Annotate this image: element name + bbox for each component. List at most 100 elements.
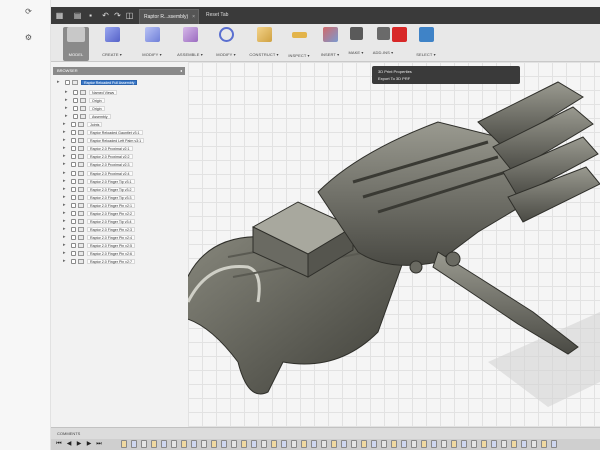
timeline-feature-icon[interactable] <box>411 440 417 448</box>
expand-arrow-icon[interactable]: ▸ <box>63 226 69 233</box>
timeline-feature-icon[interactable] <box>501 440 507 448</box>
timeline-feature-icon[interactable] <box>201 440 207 448</box>
expand-arrow-icon[interactable]: ▸ <box>63 121 69 128</box>
timeline-feature-icon[interactable] <box>471 440 477 448</box>
expand-arrow-icon[interactable]: ▸ <box>63 137 69 144</box>
timeline-feature-icon[interactable] <box>221 440 227 448</box>
timeline-feature-icon[interactable] <box>271 440 277 448</box>
visibility-toggle-icon[interactable] <box>71 179 76 184</box>
expand-arrow-icon[interactable]: ▸ <box>63 234 69 241</box>
browser-header[interactable]: BROWSER ◂ <box>53 67 185 75</box>
timeline-feature-icon[interactable] <box>331 440 337 448</box>
browser-tree-item[interactable]: ▸ Raptor 2.0 Proximal v2:1 <box>63 145 185 152</box>
timeline-feature-icon[interactable] <box>191 440 197 448</box>
close-tab-icon[interactable]: × <box>192 10 195 24</box>
expand-arrow-icon[interactable]: ▸ <box>63 250 69 257</box>
timeline-feature-icon[interactable] <box>171 440 177 448</box>
browser-root-component[interactable]: ▸ Raptor Reloaded Full Assembly <box>57 79 185 86</box>
timeline-feature-icon[interactable] <box>321 440 327 448</box>
expand-arrow-icon[interactable]: ▸ <box>65 97 71 104</box>
save-icon[interactable]: ▪ <box>86 11 95 20</box>
expand-arrow-icon[interactable]: ▸ <box>63 202 69 209</box>
visibility-toggle-icon[interactable] <box>73 98 78 103</box>
timeline-feature-icon[interactable] <box>231 440 237 448</box>
timeline-feature-icon[interactable] <box>361 440 367 448</box>
expand-arrow-icon[interactable]: ▸ <box>57 79 63 86</box>
timeline-feature-icon[interactable] <box>311 440 317 448</box>
popup-item-3d-print-properties[interactable]: 3D Print Properties <box>378 69 412 74</box>
tool-construct[interactable]: CONSTRUCT ▾ <box>246 27 282 61</box>
collapse-panel-icon[interactable]: ◂ <box>180 67 182 75</box>
timeline-feature-icon[interactable] <box>521 440 527 448</box>
tool-insert[interactable]: INSERT ▾ <box>317 27 343 61</box>
timeline-feature-icon[interactable] <box>551 440 557 448</box>
timeline-feature-icon[interactable] <box>341 440 347 448</box>
browser-tree-item[interactable]: ▸ Raptor 2.0 Finger Pin v2:5 <box>63 242 185 249</box>
expand-arrow-icon[interactable]: ▸ <box>63 186 69 193</box>
visibility-toggle-icon[interactable] <box>71 146 76 151</box>
file-icon[interactable]: ▤ <box>73 11 82 20</box>
expand-arrow-icon[interactable]: ▸ <box>63 129 69 136</box>
timeline-feature-icon[interactable] <box>451 440 457 448</box>
tool-modify-move[interactable]: MODIFY ▾ <box>211 27 241 61</box>
timeline-feature-icon[interactable] <box>371 440 377 448</box>
browser-tree-item[interactable]: ▸ Origin <box>65 97 185 104</box>
document-tab[interactable]: Raptor R...ssembly) × <box>139 9 199 24</box>
expand-arrow-icon[interactable]: ▸ <box>63 145 69 152</box>
tool-3d-print[interactable] <box>390 27 408 61</box>
visibility-toggle-icon[interactable] <box>71 130 76 135</box>
browser-tree-item[interactable]: ▸ Raptor 2.0 Finger Pin v2:6 <box>63 250 185 257</box>
visibility-toggle-icon[interactable] <box>71 259 76 264</box>
grid-apps-icon[interactable]: ▦ <box>55 11 64 20</box>
timeline-feature-icon[interactable] <box>161 440 167 448</box>
timeline-feature-icon[interactable] <box>291 440 297 448</box>
expand-arrow-icon[interactable]: ▸ <box>63 210 69 217</box>
browser-tree-item[interactable]: ▸ Named Views <box>65 89 185 96</box>
play-icon[interactable]: ▶ <box>75 440 83 448</box>
tool-assemble[interactable]: ASSEMBLE ▾ <box>174 27 206 61</box>
timeline-feature-icon[interactable] <box>421 440 427 448</box>
timeline-feature-icon[interactable] <box>261 440 267 448</box>
visibility-toggle-icon[interactable] <box>71 138 76 143</box>
browser-tree-item[interactable]: ▸ Raptor 2.0 Finger Pin v2:2 <box>63 210 185 217</box>
expand-arrow-icon[interactable]: ▸ <box>63 161 69 168</box>
visibility-toggle-icon[interactable] <box>71 187 76 192</box>
expand-arrow-icon[interactable]: ▸ <box>65 89 71 96</box>
timeline-feature-icon[interactable] <box>381 440 387 448</box>
visibility-toggle-icon[interactable] <box>71 227 76 232</box>
timeline-feature-icon[interactable] <box>391 440 397 448</box>
visibility-toggle-icon[interactable] <box>71 162 76 167</box>
popup-item-export-3d-prf[interactable]: Export To 3D PRF <box>378 76 410 81</box>
visibility-toggle-icon[interactable] <box>73 114 78 119</box>
timeline-feature-icon[interactable] <box>511 440 517 448</box>
browser-tree-item[interactable]: ▸ Raptor 2.0 Finger Pin v2:7 <box>63 258 185 265</box>
visibility-toggle-icon[interactable] <box>71 122 76 127</box>
timeline-feature-icon[interactable] <box>441 440 447 448</box>
expand-arrow-icon[interactable]: ▸ <box>65 105 71 112</box>
last-step-icon[interactable]: ⏭ <box>95 440 103 448</box>
timeline-feature-icon[interactable] <box>151 440 157 448</box>
browser-tree-item[interactable]: ▸ Raptor 2.0 Finger Pin v2:1 <box>63 202 185 209</box>
browser-tree-item[interactable]: ▸ Raptor 2.0 Finger Tip v3:1 <box>63 178 185 185</box>
timeline-feature-icon[interactable] <box>251 440 257 448</box>
visibility-toggle-icon[interactable] <box>73 106 78 111</box>
timeline-feature-icon[interactable] <box>491 440 497 448</box>
browser-tree-item[interactable]: ▸ Raptor 2.0 Proximal v2:2 <box>63 153 185 160</box>
timeline-feature-icon[interactable] <box>181 440 187 448</box>
visibility-toggle-icon[interactable] <box>71 243 76 248</box>
history-clock-icon[interactable]: ⟳ <box>24 7 33 16</box>
previous-step-icon[interactable]: ◀ <box>65 440 73 448</box>
visibility-toggle-icon[interactable] <box>71 219 76 224</box>
timeline-feature-icon[interactable] <box>131 440 137 448</box>
timeline-feature-icon[interactable] <box>531 440 537 448</box>
visibility-toggle-icon[interactable] <box>71 203 76 208</box>
timeline-feature-icon[interactable] <box>401 440 407 448</box>
expand-arrow-icon[interactable]: ▸ <box>63 170 69 177</box>
first-step-icon[interactable]: ⏮ <box>55 440 63 448</box>
expand-arrow-icon[interactable]: ▸ <box>65 113 71 120</box>
job-status-icon[interactable]: ◫ <box>125 11 134 20</box>
browser-tree-item[interactable]: ▸ Raptor 2.0 Proximal v2:4 <box>63 170 185 177</box>
settings-gear-icon[interactable]: ⚙ <box>24 33 33 42</box>
browser-tree-item[interactable]: ▸ Raptor 2.0 Finger Tip v3:4 <box>63 218 185 225</box>
prosthetic-hand-model[interactable] <box>188 62 600 427</box>
